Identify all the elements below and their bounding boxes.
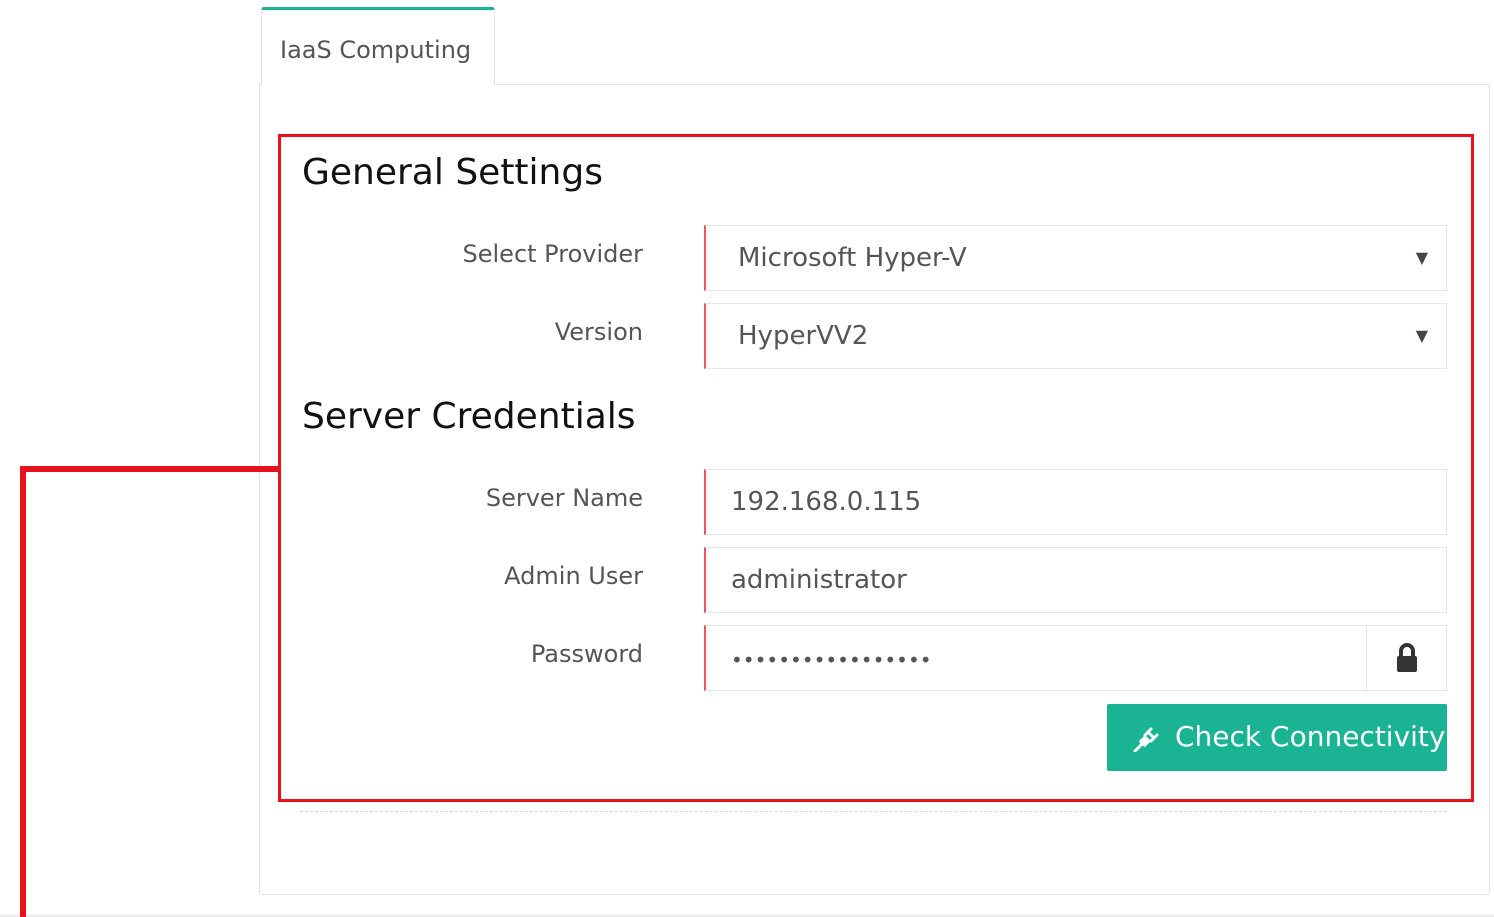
password-addon[interactable] [1366,625,1447,691]
section-divider [300,811,1447,812]
provider-select-value: Microsoft Hyper-V [738,243,967,273]
plug-icon [1133,727,1159,752]
lock-icon [1397,643,1417,672]
password-value: ••••••••••••••••• [731,648,932,672]
server-name-value: 192.168.0.115 [731,487,922,517]
password-label: Password [530,640,643,668]
select-provider-label: Select Provider [462,240,643,268]
chevron-down-icon: ▼ [1415,248,1428,267]
provider-select[interactable]: Microsoft Hyper-V ▼ [704,225,1447,291]
version-label: Version [554,318,643,346]
callout-line-vertical [20,466,26,917]
tab-iaas-computing[interactable]: IaaS Computing [261,7,495,85]
version-select-value: HyperVV2 [738,321,869,351]
server-name-label: Server Name [485,484,643,512]
chevron-down-icon: ▼ [1415,326,1428,345]
check-connectivity-button[interactable]: Check Connectivity [1107,704,1447,771]
check-connectivity-label: Check Connectivity [1175,720,1446,753]
tab-label: IaaS Computing [280,36,472,64]
admin-user-value: administrator [731,565,907,595]
callout-line-horizontal [20,466,278,472]
version-select[interactable]: HyperVV2 ▼ [704,303,1447,369]
server-name-input[interactable]: 192.168.0.115 [704,469,1447,535]
server-credentials-heading: Server Credentials [302,396,636,437]
general-settings-heading: General Settings [302,152,603,193]
password-input[interactable]: ••••••••••••••••• [704,625,1367,691]
admin-user-label: Admin User [504,562,643,590]
admin-user-input[interactable]: administrator [704,547,1447,613]
